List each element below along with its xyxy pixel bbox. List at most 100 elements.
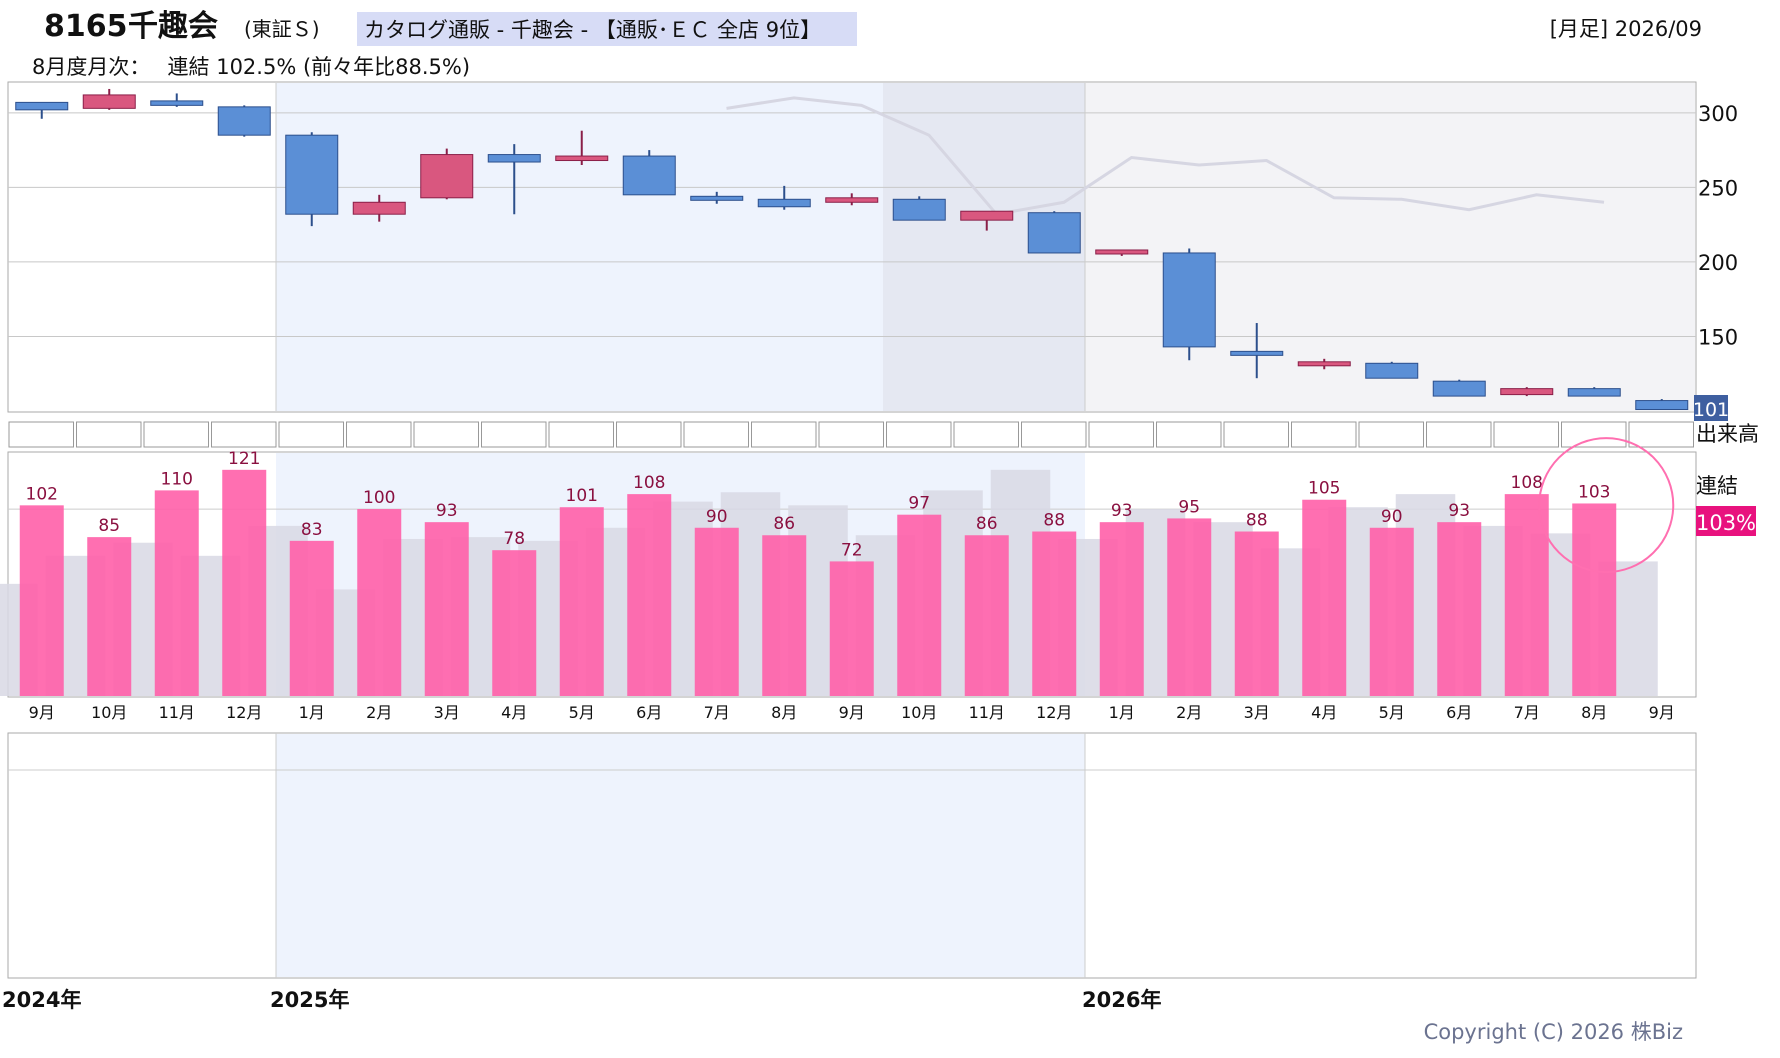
consolidated-bar bbox=[1302, 499, 1347, 696]
year-label-2024: 2024年 bbox=[2, 988, 81, 1012]
consolidated-bar bbox=[222, 469, 267, 696]
bar-value-label: 78 bbox=[503, 529, 525, 549]
month-label: 4月 bbox=[1311, 703, 1337, 722]
month-label: 5月 bbox=[569, 703, 595, 722]
consolidated-bar bbox=[357, 509, 402, 696]
lower-panel bbox=[7, 732, 1697, 979]
volume-cell bbox=[1493, 421, 1559, 448]
bar-value-label: 85 bbox=[98, 516, 120, 536]
bar-value-label: 108 bbox=[633, 473, 665, 493]
consolidated-bar bbox=[964, 535, 1009, 696]
bar-value-label: 88 bbox=[1246, 511, 1268, 531]
volume-cell bbox=[1223, 421, 1289, 448]
copyright: Copyright (C) 2026 株Biz bbox=[1424, 1020, 1683, 1044]
month-label: 10月 bbox=[91, 703, 127, 722]
company-name: 千趣会 bbox=[128, 9, 218, 44]
bar-value-label: 97 bbox=[908, 494, 930, 514]
candle-body bbox=[150, 100, 204, 106]
volume-cell bbox=[886, 421, 952, 448]
consolidated-bar bbox=[1032, 531, 1077, 696]
bar-value-label: 102 bbox=[26, 484, 58, 504]
volume-cell bbox=[751, 421, 817, 448]
volume-cell bbox=[413, 421, 479, 448]
consolidated-bar bbox=[762, 535, 807, 696]
candle-body bbox=[217, 106, 271, 136]
month-label: 9月 bbox=[839, 703, 865, 722]
candle-body bbox=[420, 154, 474, 199]
candle-body bbox=[1162, 252, 1216, 348]
price-panel: 150 200 250 300 101 bbox=[7, 81, 1738, 421]
month-label: 12月 bbox=[226, 703, 262, 722]
volume-cell bbox=[616, 421, 682, 448]
candle-body bbox=[1567, 388, 1621, 397]
bar-value-label: 105 bbox=[1308, 479, 1340, 499]
bar-value-label: 121 bbox=[228, 449, 260, 469]
volume-cell bbox=[818, 421, 884, 448]
candle-body bbox=[1500, 388, 1554, 396]
volume-cell bbox=[548, 421, 614, 448]
monthly-panel: 102 85 110 121 83 100 93 78 101 108 90 86 72 97 86 88 93… bbox=[0, 437, 1697, 722]
price-tick-label: 300 bbox=[1698, 102, 1738, 126]
candle-body bbox=[285, 134, 339, 215]
bar-value-label: 86 bbox=[976, 514, 998, 534]
volume-cell bbox=[1358, 421, 1424, 448]
consolidated-bar bbox=[1167, 518, 1212, 696]
volume-cell bbox=[211, 421, 277, 448]
candle-body bbox=[1297, 361, 1351, 367]
bar-value-label: 93 bbox=[1448, 501, 1470, 521]
candle-body bbox=[487, 154, 541, 163]
candle-body bbox=[960, 210, 1014, 221]
bar-value-label: 88 bbox=[1043, 511, 1065, 531]
volume-label: 出来高 bbox=[1696, 422, 1759, 446]
price-tick-label: 200 bbox=[1698, 251, 1738, 275]
volume-cell bbox=[1156, 421, 1222, 448]
volume-cell bbox=[481, 421, 547, 448]
candle-body bbox=[1635, 400, 1689, 411]
consolidated-bar bbox=[559, 507, 604, 696]
month-label: 12月 bbox=[1036, 703, 1072, 722]
volume-cell bbox=[1021, 421, 1087, 448]
candle-body bbox=[1365, 362, 1419, 379]
consolidated-bar bbox=[424, 522, 469, 696]
last-price-label: 101 bbox=[1693, 399, 1729, 421]
consolidated-label: 連結 bbox=[1696, 474, 1738, 498]
bar-value-label: 93 bbox=[1111, 501, 1133, 521]
volume-cell bbox=[143, 421, 209, 448]
category-label[interactable]: カタログ通販 - 千趣会 - 【通販･ＥＣ 全店 9位】 bbox=[364, 18, 821, 42]
consolidated-bar bbox=[87, 537, 132, 696]
price-tick-label: 250 bbox=[1698, 176, 1738, 200]
monthly-report: 8月度月次： 連結 102.5% (前々年比88.5%) bbox=[32, 55, 470, 79]
consolidated-bar bbox=[1099, 522, 1144, 696]
month-label: 2月 bbox=[1176, 703, 1202, 722]
volume-cell bbox=[278, 421, 344, 448]
candle-body bbox=[690, 195, 744, 201]
price-tick-label: 150 bbox=[1698, 325, 1738, 349]
volume-cell bbox=[1088, 421, 1154, 448]
month-label: 7月 bbox=[704, 703, 730, 722]
stock-code: 8165 bbox=[44, 9, 128, 44]
volume-cell bbox=[1561, 421, 1627, 448]
volume-cell bbox=[1291, 421, 1357, 448]
volume-cell bbox=[76, 421, 142, 448]
candle-body bbox=[757, 198, 811, 208]
candle-body bbox=[82, 94, 136, 109]
volume-cell bbox=[8, 421, 74, 448]
candle-body bbox=[352, 201, 406, 215]
candle-body bbox=[1230, 350, 1284, 356]
bar-value-label: 101 bbox=[566, 486, 598, 506]
month-label: 11月 bbox=[159, 703, 195, 722]
bar-value-label: 86 bbox=[773, 514, 795, 534]
bar-value-label: 93 bbox=[436, 501, 458, 521]
volume-cell bbox=[346, 421, 412, 448]
stock-chart: 8165 千趣会 (東証Ｓ) カタログ通販 - 千趣会 - 【通販･ＥＣ 全店 … bbox=[0, 9, 1759, 1044]
consolidated-bar bbox=[897, 514, 942, 696]
month-label: 6月 bbox=[636, 703, 662, 722]
volume-cell bbox=[683, 421, 749, 448]
consolidated-bar bbox=[1572, 503, 1617, 696]
month-label: 5月 bbox=[1379, 703, 1405, 722]
month-label: 1月 bbox=[299, 703, 325, 722]
candle-body bbox=[15, 101, 69, 111]
candle-body bbox=[1095, 249, 1149, 255]
candle-body bbox=[622, 155, 676, 196]
bar-value-label: 95 bbox=[1178, 497, 1200, 517]
